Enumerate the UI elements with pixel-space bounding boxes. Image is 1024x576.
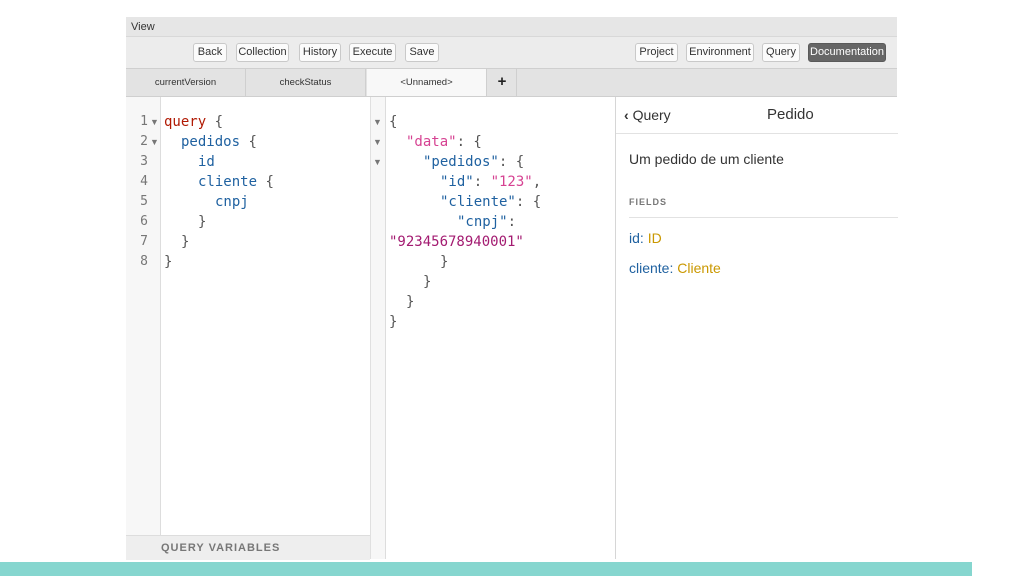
toolbar: Back Collection History Execute Save Pro… <box>126 37 897 69</box>
brace: { <box>265 174 274 190</box>
json-line: "data": { <box>406 134 482 150</box>
code-line-5: cnpj <box>215 192 249 212</box>
json-key-id: "id" <box>440 174 474 190</box>
field-type[interactable]: Cliente <box>677 260 721 276</box>
result-gutter: ▼ ▼ ▼ <box>371 97 386 559</box>
fold-arrow-icon[interactable]: ▼ <box>373 152 382 172</box>
code-line-1: query { <box>164 112 223 132</box>
json-line: } <box>423 274 432 290</box>
chevron-left-icon: ‹ <box>624 107 629 123</box>
environment-button[interactable]: Environment <box>686 43 754 62</box>
field-pedidos: pedidos <box>181 134 241 150</box>
json-key-data: "data" <box>406 134 457 150</box>
graphql-client-window: View Back Collection History Execute Sav… <box>126 17 898 560</box>
line-number: 4 <box>140 174 148 189</box>
divider <box>629 217 898 218</box>
accent-strip <box>0 562 972 576</box>
brace: } <box>181 234 190 250</box>
collection-button[interactable]: Collection <box>236 43 289 62</box>
json-line: "pedidos": { <box>423 154 525 170</box>
menu-view[interactable]: View <box>131 21 155 33</box>
line-number: 8 <box>140 254 148 269</box>
json-line: "cnpj": <box>457 214 517 230</box>
line-number: 5 <box>140 194 148 209</box>
back-button[interactable]: Back <box>193 43 227 62</box>
query-variables-bar[interactable]: QUERY VARIABLES <box>126 535 370 560</box>
brace: { <box>214 114 224 130</box>
field-cliente: cliente <box>198 174 258 190</box>
tab-currentversion[interactable]: currentVersion <box>126 69 246 96</box>
save-button[interactable]: Save <box>405 43 439 62</box>
query-keyword: query <box>164 114 207 130</box>
line-number: 1 <box>140 114 148 129</box>
tab-checkstatus[interactable]: checkStatus <box>246 69 366 96</box>
line-number: 2 <box>140 134 148 149</box>
fold-arrow-icon[interactable]: ▼ <box>373 132 382 152</box>
fields-heading: FIELDS <box>629 197 668 207</box>
field-name[interactable]: cliente <box>629 260 669 276</box>
brace: { <box>248 134 257 150</box>
json-line: } <box>440 254 449 270</box>
json-line: } <box>406 294 415 310</box>
field-id: id <box>198 154 215 170</box>
json-value-id: "123" <box>490 174 533 190</box>
json-line: "id": "123", <box>440 174 542 190</box>
json-key-pedidos: "pedidos" <box>423 154 499 170</box>
fold-arrow-icon[interactable]: ▼ <box>373 112 382 132</box>
docs-header: ‹ Query Pedido <box>616 97 898 134</box>
brace: } <box>198 214 207 230</box>
add-tab-button[interactable]: + <box>488 69 517 96</box>
json-key-cliente: "cliente" <box>440 194 516 210</box>
field-name[interactable]: id <box>629 230 640 246</box>
code-line-7: } <box>181 232 189 252</box>
json-line: "92345678940001" <box>389 232 524 252</box>
code-line-8: } <box>164 252 172 272</box>
docs-title: Pedido <box>767 106 814 123</box>
json-value-cnpj: "92345678940001" <box>389 234 524 250</box>
code-line-3: id <box>198 152 215 172</box>
menu-bar: View <box>126 17 897 37</box>
json-line: } <box>389 314 398 330</box>
docs-back-link[interactable]: ‹ Query <box>624 107 671 123</box>
fold-arrow-icon[interactable]: ▼ <box>150 112 159 132</box>
query-button[interactable]: Query <box>762 43 800 62</box>
json-line: "cliente": { <box>440 194 542 210</box>
json-key-cnpj: "cnpj" <box>457 214 508 230</box>
fold-arrow-icon[interactable]: ▼ <box>150 132 159 152</box>
documentation-explorer: ‹ Query Pedido Um pedido de um cliente F… <box>615 97 898 559</box>
line-number: 7 <box>140 234 148 249</box>
field-cnpj: cnpj <box>215 194 249 210</box>
json-line: { <box>389 114 398 130</box>
result-viewer: ▼ ▼ ▼ { "data": { "pedidos": { "id": "12… <box>371 97 615 559</box>
execute-button[interactable]: Execute <box>349 43 396 62</box>
query-variables-label: QUERY VARIABLES <box>161 542 281 554</box>
field-type[interactable]: ID <box>648 230 662 246</box>
documentation-button[interactable]: Documentation <box>808 43 886 62</box>
history-button[interactable]: History <box>299 43 341 62</box>
brace: } <box>164 254 173 270</box>
line-number-gutter: 1 2 3 4 5 6 7 8 ▼ ▼ <box>126 97 161 559</box>
doc-field-id: id: ID <box>629 230 662 246</box>
line-number: 6 <box>140 214 148 229</box>
line-number: 3 <box>140 154 148 169</box>
project-button[interactable]: Project <box>635 43 678 62</box>
type-description: Um pedido de um cliente <box>629 151 784 167</box>
tab-bar: currentVersion checkStatus <Unnamed> + <box>126 69 897 97</box>
doc-field-cliente: cliente: Cliente <box>629 260 721 276</box>
docs-back-label: Query <box>632 107 671 123</box>
tab-unnamed[interactable]: <Unnamed> <box>367 69 487 96</box>
query-editor[interactable]: 1 2 3 4 5 6 7 8 ▼ ▼ query { pedidos { id… <box>126 97 371 560</box>
code-line-4: cliente { <box>198 172 274 192</box>
code-line-2: pedidos { <box>181 132 257 152</box>
code-line-6: } <box>198 212 206 232</box>
